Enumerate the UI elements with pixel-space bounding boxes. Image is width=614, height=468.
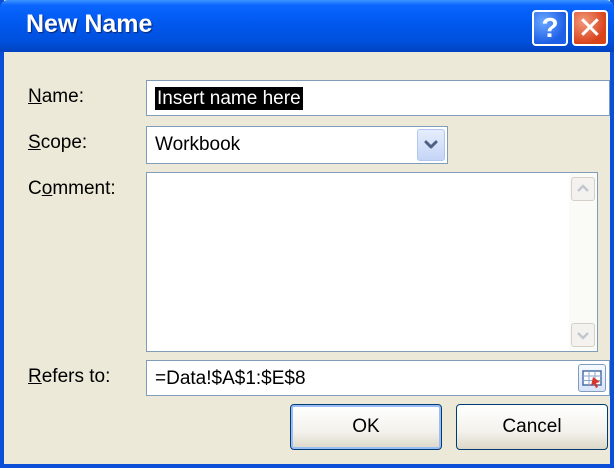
range-select-button[interactable]	[578, 364, 606, 392]
comment-label-lead: C	[28, 178, 42, 199]
scroll-up-arrow-icon	[577, 184, 589, 192]
refers-label-text: efers to:	[41, 366, 111, 387]
cancel-button-label: Cancel	[502, 416, 562, 437]
name-label-access-key: N	[28, 86, 42, 107]
scope-dropdown-button[interactable]	[417, 129, 445, 161]
cancel-button[interactable]: Cancel	[456, 404, 608, 450]
refers-label-access-key: R	[28, 366, 42, 387]
scope-label-access-key: S	[28, 132, 41, 153]
close-button[interactable]: ✕	[572, 10, 608, 46]
help-icon: ?	[541, 12, 559, 43]
scope-label: Scope:	[28, 132, 87, 154]
title-bar[interactable]: New Name ? ✕	[0, 0, 614, 52]
ok-button[interactable]: OK	[290, 404, 442, 450]
scope-selected-value: Workbook	[155, 134, 241, 155]
chevron-down-icon	[424, 140, 438, 149]
refers-to-value: =Data!$A$1:$E$8	[155, 368, 306, 389]
refers-to-input[interactable]: =Data!$A$1:$E$8	[146, 360, 610, 396]
scroll-down-button[interactable]	[571, 323, 595, 347]
comment-scrollbar[interactable]	[569, 173, 597, 351]
scope-dropdown[interactable]: Workbook	[146, 126, 448, 164]
name-input[interactable]: Insert name here	[146, 80, 610, 116]
comment-label-access-key: o	[41, 178, 53, 199]
dialog-title: New Name	[26, 10, 153, 38]
ok-button-label: OK	[352, 416, 380, 437]
scroll-down-arrow-icon	[577, 332, 589, 340]
close-icon: ✕	[577, 11, 603, 45]
refers-to-label: Refers to:	[28, 366, 110, 388]
comment-label: Comment:	[28, 178, 116, 200]
name-input-value: Insert name here	[155, 87, 303, 110]
comment-label-text: mment:	[52, 178, 116, 199]
help-button[interactable]: ?	[532, 10, 568, 46]
scroll-up-button[interactable]	[571, 177, 595, 201]
range-select-icon	[582, 370, 602, 388]
comment-textarea[interactable]	[146, 172, 598, 352]
name-label: Name:	[28, 86, 84, 108]
scope-label-text: cope:	[40, 132, 88, 153]
name-label-text: ame:	[41, 86, 84, 107]
